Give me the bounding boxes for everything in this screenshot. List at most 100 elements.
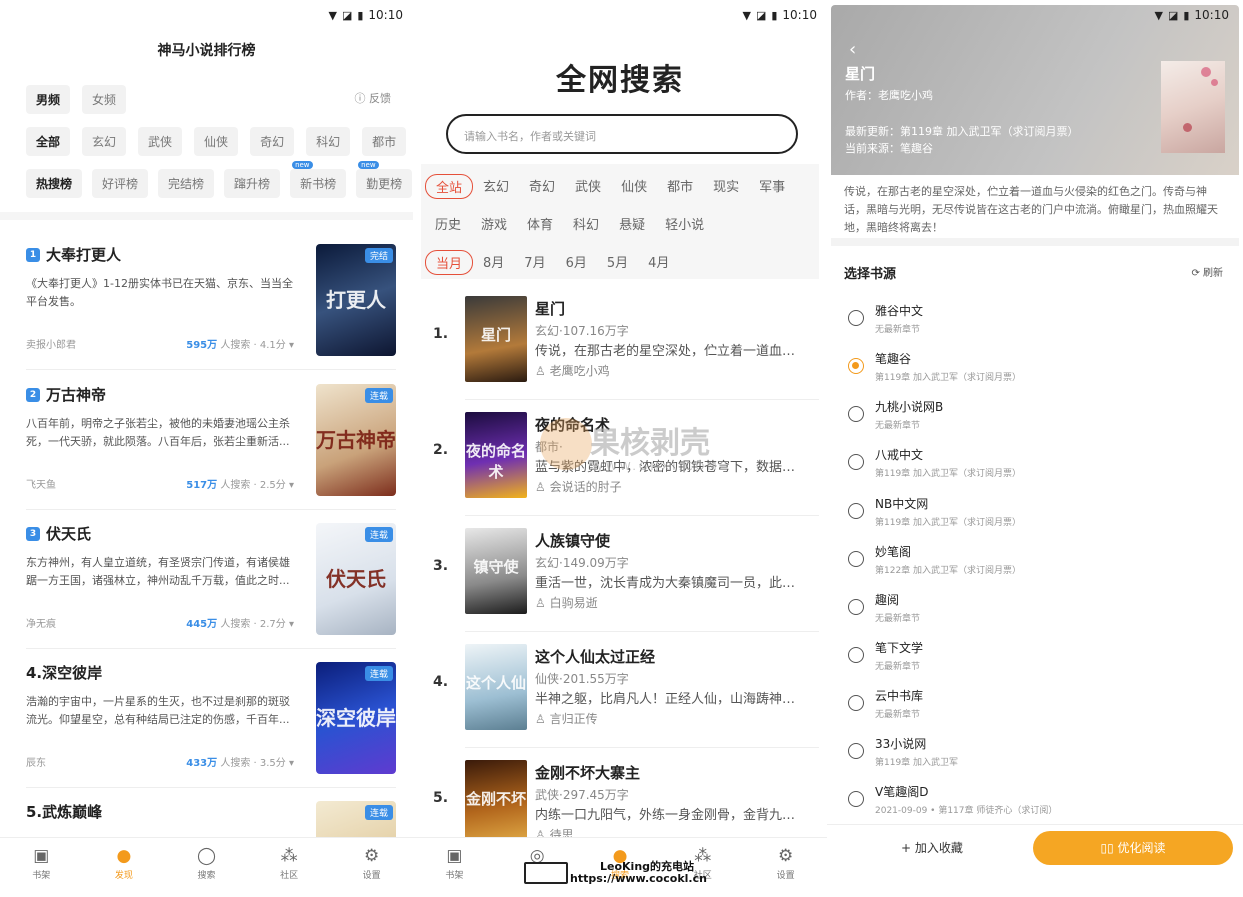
- list-item[interactable]: 2 万古神帝 八百年前，明帝之子张若尘，被他的未婚妻池瑶公主杀死，一代天骄，就此陨…: [26, 384, 396, 510]
- category-xuanhuan[interactable]: 玄幻: [82, 127, 127, 156]
- radio-button[interactable]: [848, 791, 864, 807]
- filter-site[interactable]: 历史: [435, 212, 461, 235]
- radio-button[interactable]: [848, 503, 864, 519]
- community-icon: ⁂: [280, 846, 298, 866]
- read-button[interactable]: ▯▯ 优化阅读: [1033, 831, 1233, 865]
- source-item[interactable]: 妙笔阁 第122章 加入武卫军（求订阅月票）: [844, 543, 1224, 589]
- radio-button[interactable]: [848, 551, 864, 567]
- chevron-down-icon[interactable]: ▾: [289, 758, 294, 769]
- back-arrow-icon[interactable]: ‹: [849, 39, 856, 60]
- tab-label: 搜索: [197, 871, 216, 881]
- tab-male[interactable]: 男频: [26, 85, 71, 114]
- list-rising[interactable]: 蹿升榜: [224, 169, 281, 198]
- filter-site[interactable]: 军事: [759, 174, 785, 199]
- result-item[interactable]: 4. 这个人仙 这个人仙太过正经 仙侠·201.55万字 半神之躯，比肩凡人！正…: [421, 632, 819, 748]
- result-item[interactable]: 1. 星门 星门 玄幻·107.16万字 传说，在那古老的星空深处，伫立着一道血…: [421, 284, 819, 400]
- radio-button[interactable]: [848, 743, 864, 759]
- filter-site[interactable]: 游戏: [481, 212, 507, 235]
- filter-site[interactable]: 都市: [667, 174, 693, 199]
- list-item[interactable]: 4. 深空彼岸 浩瀚的宇宙中，一片星系的生灭，也不过是刹那的斑驳流光。仰望星空，总…: [26, 662, 396, 788]
- refresh-button[interactable]: ⟳ 刷新: [1191, 264, 1223, 279]
- filter-site-all[interactable]: 全站: [425, 174, 474, 199]
- site-filter-row-2: 历史 游戏 体育 科幻 悬疑 轻小说: [435, 212, 704, 235]
- filter-site[interactable]: 科幻: [573, 212, 599, 235]
- feedback-button[interactable]: ⓘ 反馈: [355, 90, 392, 106]
- book-title: 深空彼岸: [42, 664, 103, 682]
- category-xianxia[interactable]: 仙侠: [194, 127, 239, 156]
- chevron-down-icon[interactable]: ▾: [289, 340, 294, 351]
- filter-panel: 全站 玄幻 奇幻 武侠 仙侠 都市 现实 军事 历史 游戏 体育 科幻 悬疑 轻…: [421, 164, 819, 279]
- source-item[interactable]: 33小说网 第119章 加入武卫军: [844, 735, 1224, 781]
- tab-bookshelf[interactable]: ▣ 书架: [11, 838, 71, 897]
- category-qihuan[interactable]: 奇幻: [250, 127, 295, 156]
- result-number: 4.: [433, 674, 449, 690]
- tab-discover[interactable]: ● 发现: [94, 838, 154, 897]
- source-item[interactable]: 八戒中文 第119章 加入武卫军（求订阅月票）: [844, 446, 1224, 492]
- filter-site[interactable]: 体育: [527, 212, 553, 235]
- list-rated[interactable]: 好评榜: [92, 169, 149, 198]
- source-item[interactable]: 笔趣谷 第119章 加入武卫军（求订阅月票）: [844, 350, 1224, 396]
- filter-site[interactable]: 玄幻: [483, 174, 509, 199]
- result-number: 2.: [433, 442, 449, 458]
- list-item[interactable]: 1 大奉打更人 《大奉打更人》1-12册实体书已在天猫、京东、当当全平台发售。 卖…: [26, 244, 396, 370]
- radio-button[interactable]: [848, 406, 864, 422]
- filter-site[interactable]: 轻小说: [665, 212, 704, 235]
- source-item[interactable]: 趣阅 无最新章节: [844, 591, 1224, 637]
- search-count: 595万: [186, 340, 218, 351]
- tab-label: 书架: [32, 871, 51, 881]
- source-item[interactable]: 九桃小说网B 无最新章节: [844, 398, 1224, 444]
- filter-site[interactable]: 现实: [713, 174, 739, 199]
- tab-settings[interactable]: ⚙ 设置: [756, 838, 816, 897]
- book-title: 这个人仙太过正经: [535, 648, 656, 666]
- battery-icon: ▮: [1183, 8, 1190, 22]
- source-item[interactable]: V笔趣阁D 2021-09-09 • 第117章 师徒齐心（求订阅）: [844, 783, 1224, 829]
- filter-site[interactable]: 武侠: [575, 174, 601, 199]
- source-item[interactable]: NB中文网 第119章 加入武卫军（求订阅月票）: [844, 495, 1224, 541]
- filter-month-current[interactable]: 当月: [425, 250, 474, 275]
- filter-month[interactable]: 4月: [648, 250, 669, 275]
- book-cover: 万古神帝 连载: [316, 384, 396, 496]
- tab-search[interactable]: ◯ 搜索: [176, 838, 236, 897]
- list-hot[interactable]: 热搜榜: [26, 169, 83, 198]
- list-updates[interactable]: new 勤更榜: [356, 161, 413, 198]
- radio-button-selected[interactable]: [848, 358, 864, 374]
- category-wuxia[interactable]: 武侠: [138, 127, 183, 156]
- cover-text: 深空彼岸: [316, 706, 396, 730]
- user-icon: ♙: [535, 596, 550, 610]
- add-to-favorites-button[interactable]: + 加入收藏: [901, 839, 963, 856]
- list-new[interactable]: new 新书榜: [290, 161, 347, 198]
- source-item[interactable]: 云中书库 无最新章节: [844, 687, 1224, 733]
- filter-site[interactable]: 悬疑: [619, 212, 645, 235]
- result-item[interactable]: 3. 镇守使 人族镇守使 玄幻·149.09万字 重活一世，沈长青成为大秦镇魔司…: [421, 516, 819, 632]
- filter-month[interactable]: 8月: [483, 250, 504, 275]
- radio-button[interactable]: [848, 454, 864, 470]
- chevron-down-icon[interactable]: ▾: [289, 480, 294, 491]
- search-input[interactable]: 请输入书名，作者或关键词: [446, 114, 798, 154]
- tab-female[interactable]: 女频: [82, 85, 127, 114]
- tab-community[interactable]: ⁂ 社区: [259, 838, 319, 897]
- filter-site[interactable]: 奇幻: [529, 174, 555, 199]
- category-dushi[interactable]: 都市: [362, 127, 407, 156]
- radio-button[interactable]: [848, 599, 864, 615]
- source-chapter: 无最新章节: [875, 421, 921, 431]
- tab-settings[interactable]: ⚙ 设置: [342, 838, 402, 897]
- category-all[interactable]: 全部: [26, 127, 71, 156]
- filter-month[interactable]: 7月: [524, 250, 545, 275]
- list-item[interactable]: 3 伏天氏 东方神州，有人皇立道统，有圣贤宗门传道，有诸侯雄踞一方王国，诸强林立，…: [26, 523, 396, 649]
- radio-button[interactable]: [848, 310, 864, 326]
- current-source: 当前来源：笔趣谷: [845, 142, 933, 155]
- source-item[interactable]: 雅谷中文 无最新章节: [844, 302, 1224, 348]
- list-finished[interactable]: 完结榜: [158, 169, 215, 198]
- radio-button[interactable]: [848, 695, 864, 711]
- category-kehuan[interactable]: 科幻: [306, 127, 351, 156]
- chevron-down-icon[interactable]: ▾: [289, 619, 294, 630]
- filter-month[interactable]: 6月: [566, 250, 587, 275]
- radio-button[interactable]: [848, 647, 864, 663]
- tab-bookshelf[interactable]: ▣ 书架: [424, 838, 484, 897]
- user-icon: ♙: [535, 712, 550, 726]
- filter-site[interactable]: 仙侠: [621, 174, 647, 199]
- tab-label: 设置: [776, 871, 795, 881]
- filter-month[interactable]: 5月: [607, 250, 628, 275]
- result-item[interactable]: 2. 夜的命名术 夜的命名术 都市· 蓝与紫的霓虹中，浓密的钢铁苍穹下，数据洪.…: [421, 400, 819, 516]
- source-item[interactable]: 笔下文学 无最新章节: [844, 639, 1224, 685]
